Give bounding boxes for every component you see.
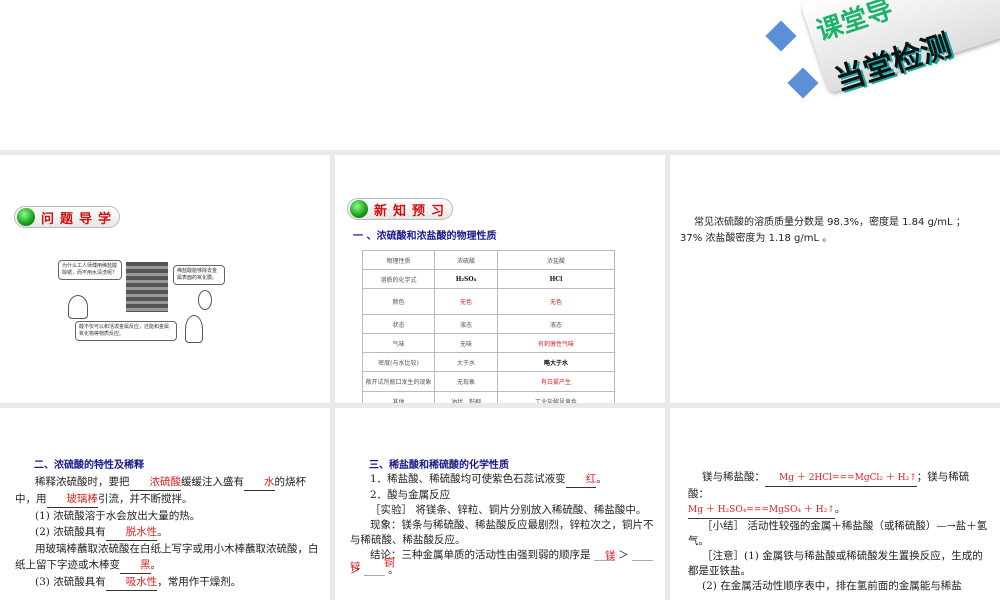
answer-blank: 脱水性 bbox=[105, 524, 158, 541]
arrow-icon bbox=[765, 20, 797, 52]
cell: 油状、黏稠 bbox=[434, 391, 498, 403]
boy-cartoon bbox=[198, 290, 212, 310]
slide-3[interactable]: 常见浓硫酸的溶质质量分数是 98.3%，密度是 1.84 g/mL ；37% 浓… bbox=[670, 155, 1000, 403]
text: ［实验］ 将镁条、锌粒、铜片分别放入稀硫酸、稀盐酸中。 bbox=[370, 504, 647, 516]
answer-blank: 水 bbox=[244, 474, 275, 491]
equation-answer: Mg ＋ 2HCl===MgCl₂ ＋ H₂↑ bbox=[765, 471, 917, 487]
speech-bubble: 稀盐酸能够除去金属表面的氧化膜。 bbox=[173, 265, 225, 285]
table-row: 敞开试剂瓶口发生的现象 无现象 有白雾产生 bbox=[362, 371, 615, 392]
text: ［注意］(1) 金属铁与稀盐酸或稀硫酸发生置换反应，生成的都是亚铁盐。 bbox=[688, 550, 983, 577]
cell: 浓盐酸 bbox=[497, 250, 615, 270]
cell: HCl bbox=[497, 269, 615, 289]
cell: 敞开试剂瓶口发生的现象 bbox=[362, 371, 435, 392]
slide-2[interactable]: 新知预习 一 、浓硫酸和浓盐酸的物理性质 物理性质 浓硫酸 浓盐酸 溶质的化学式 H₂… bbox=[335, 155, 665, 403]
answer-blank: 黑 bbox=[120, 557, 151, 574]
answer-3: 铜 bbox=[384, 557, 395, 569]
text: 用玻璃棒蘸取浓硫酸在白纸上写字或用小木棒蘸取浓硫酸，白纸上留下字迹或木棒变 bbox=[15, 543, 319, 571]
density-text: 常见浓硫酸的溶质质量分数是 98.3%，密度是 1.84 g/mL ；37% 浓… bbox=[680, 217, 966, 244]
text: (1) 浓硫酸溶于水会放出大量的热。 bbox=[35, 510, 201, 522]
slide-top[interactable]: 课堂导 当堂检测 bbox=[0, 0, 1000, 150]
table-row: 其他 油状、黏稠 工业盐酸呈黄色 bbox=[362, 391, 615, 403]
cell: 无味 bbox=[434, 333, 498, 353]
text: 引流，并不断搅拌。 bbox=[98, 493, 193, 505]
cell: 无现象 bbox=[434, 371, 498, 392]
speech-bubble: 酸不仅可以和活泼金属反应，还能和金属氧化物等物质反应。 bbox=[75, 321, 177, 341]
cell: 无色 bbox=[434, 288, 498, 315]
text: (2) 浓硫酸具有 bbox=[35, 526, 106, 538]
properties-table: 物理性质 浓硫酸 浓盐酸 溶质的化学式 H₂SO₄ HCl 颜色 无色 无色 状态 液态 液态 … bbox=[362, 250, 615, 403]
arrow-icon bbox=[787, 67, 819, 99]
text: 结论：三种金属单质的活动性由强到弱的顺序是 bbox=[370, 549, 591, 561]
girl-cartoon bbox=[68, 295, 88, 319]
text: 缓缓注入盛有 bbox=[181, 476, 244, 488]
green-ball-icon bbox=[350, 200, 368, 218]
slide-6[interactable]: 镁与稀盐酸： Mg ＋ 2HCl===MgCl₂ ＋ H₂↑；镁与稀硫酸： Mg … bbox=[670, 408, 1000, 600]
table-row: 物理性质 浓硫酸 浓盐酸 bbox=[362, 250, 615, 270]
section-heading: 一 、浓硫酸和浓盐酸的物理性质 bbox=[353, 231, 497, 242]
answer-blank: 吸水性 bbox=[105, 574, 158, 591]
answer-blank: 浓硫酸 bbox=[129, 474, 181, 491]
cell: 状态 bbox=[362, 314, 435, 334]
text: (2) 在金属活动性顺序表中，排在氢前面的金属能与稀盐 bbox=[702, 580, 962, 592]
badge-label: 问题导学 bbox=[41, 211, 118, 227]
cell: 溶质的化学式 bbox=[362, 269, 435, 289]
table-row: 气味 无味 有刺激性气味 bbox=[362, 333, 615, 353]
text: ［小结］ 活动性较强的金属＋稀盐酸（或稀硫酸）—→盐＋氢气。 bbox=[688, 520, 988, 547]
answer-2: 锌 bbox=[350, 561, 361, 573]
cell: 液态 bbox=[434, 314, 498, 334]
text: (3) 浓硫酸具有 bbox=[35, 576, 106, 588]
photo bbox=[126, 262, 168, 312]
speech-bubble: 为什么工人师傅用稀盐酸除锈，而不用水清洗呢？ bbox=[58, 260, 122, 280]
text: 现象：镁条与稀硫酸、稀盐酸反应最剧烈，锌粒次之，铜片不与稀硫酸、稀盐酸反应。 bbox=[350, 519, 654, 546]
cell: H₂SO₄ bbox=[434, 269, 498, 289]
cell: 工业盐酸呈黄色 bbox=[497, 391, 615, 403]
section-badge: 新知预习 bbox=[347, 198, 453, 220]
section-heading: 三、稀盐酸和稀硫酸的化学性质 bbox=[369, 460, 509, 471]
slide-4[interactable]: 二、浓硫酸的特性及稀释 稀释浓硫酸时，要把 浓硫酸缓缓注入盛有 水的烧杯中，用 玻璃棒… bbox=[0, 408, 330, 600]
section-heading: 二、浓硫酸的特性及稀释 bbox=[34, 460, 144, 471]
slide-body: 稀释浓硫酸时，要把 浓硫酸缓缓注入盛有 水的烧杯中，用 玻璃棒引流，并不断搅拌。 (1… bbox=[15, 474, 320, 591]
table-row: 状态 液态 液态 bbox=[362, 314, 615, 334]
green-ball-icon bbox=[17, 208, 35, 226]
cell: 液态 bbox=[497, 314, 615, 334]
text: 1．稀盐酸、稀硫酸均可使紫色石蕊试液变 bbox=[370, 473, 566, 485]
cell: 无色 bbox=[497, 288, 615, 315]
cell: 密度(与水比较) bbox=[362, 352, 435, 372]
answer-1: 镁 bbox=[605, 550, 616, 562]
teacher-cartoon bbox=[185, 315, 203, 343]
slide-body: 镁与稀盐酸： Mg ＋ 2HCl===MgCl₂ ＋ H₂↑；镁与稀硫酸： Mg … bbox=[688, 471, 988, 592]
cell: 气味 bbox=[362, 333, 435, 353]
text: 稀释浓硫酸时，要把 bbox=[35, 476, 130, 488]
cell: 其他 bbox=[362, 391, 435, 403]
text: 镁与稀盐酸： bbox=[702, 471, 765, 483]
table-row: 溶质的化学式 H₂SO₄ HCl bbox=[362, 269, 615, 289]
cell: 物理性质 bbox=[362, 250, 435, 270]
text: ，常用作干燥剂。 bbox=[157, 576, 242, 588]
cell: 略大于水 bbox=[497, 352, 615, 372]
equation-answer: Mg ＋ H₂SO₄===MgSO₄ ＋ H₂↑ bbox=[688, 503, 835, 519]
cell: 有刺激性气味 bbox=[497, 333, 615, 353]
cell: 浓硫酸 bbox=[434, 250, 498, 270]
table-row: 密度(与水比较) 大于水 略大于水 bbox=[362, 352, 615, 372]
table-row: 颜色 无色 无色 bbox=[362, 288, 615, 315]
answer-blank: 红 bbox=[565, 472, 597, 488]
section-badge: 问题导学 bbox=[14, 206, 120, 228]
slide-5[interactable]: 三、稀盐酸和稀硫酸的化学性质 1．稀盐酸、稀硫酸均可使紫色石蕊试液变 红。 2．酸… bbox=[335, 408, 665, 600]
text: 2．酸与金属反应 bbox=[370, 489, 451, 501]
cell: 有白雾产生 bbox=[497, 371, 615, 392]
cell: 颜色 bbox=[362, 288, 435, 315]
answer-blank: 玻璃棒 bbox=[46, 491, 98, 508]
cell: 大于水 bbox=[434, 352, 498, 372]
slide-1[interactable]: 问题导学 为什么工人师傅用稀盐酸除锈，而不用水清洗呢？ 稀盐酸能够除去金属表面的… bbox=[0, 155, 330, 403]
badge-label: 新知预习 bbox=[374, 203, 451, 219]
